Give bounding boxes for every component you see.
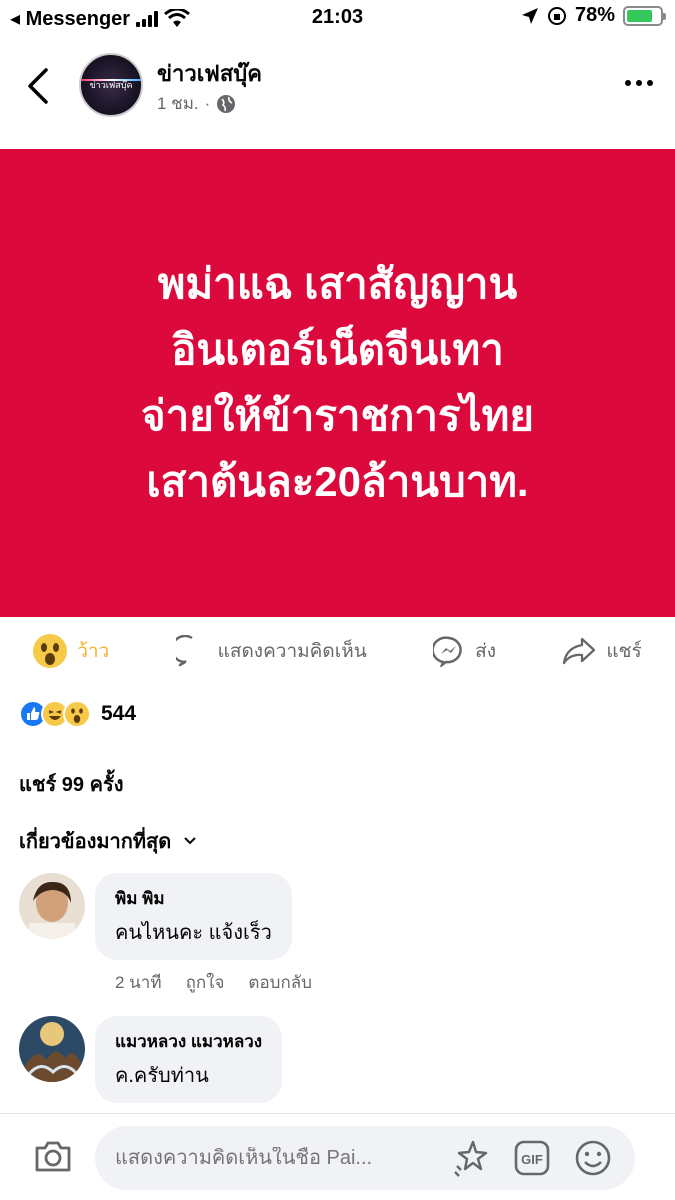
page-avatar-text: ข่าวเฟสบุ๊ค <box>89 80 133 90</box>
comment-composer: GIF <box>0 1113 675 1200</box>
gif-icon[interactable]: GIF <box>513 1139 551 1177</box>
commenter-avatar[interactable] <box>19 873 85 939</box>
svg-text:GIF: GIF <box>521 1152 543 1167</box>
share-arrow-icon <box>563 637 596 665</box>
send-label: ส่ง <box>475 641 496 662</box>
chevron-down-icon <box>184 837 196 845</box>
comment-label: แสดงความคิดเห็น <box>217 641 367 662</box>
share-label: แชร์ <box>606 641 642 662</box>
comment-like-button[interactable]: ถูกใจ <box>186 969 225 996</box>
comment-text: คนไหนคะ แจ้งเร็ว <box>115 922 272 944</box>
send-button[interactable]: ส่ง <box>433 635 496 667</box>
wow-reaction-icon <box>63 700 91 728</box>
share-button[interactable]: แชร์ <box>562 636 642 666</box>
avatar-sticker-icon[interactable] <box>451 1138 491 1178</box>
messenger-icon <box>433 636 462 667</box>
orientation-lock-icon <box>547 6 566 25</box>
more-options-icon[interactable] <box>625 80 653 86</box>
page-name[interactable]: ข่าวเฟสบุ๊ค <box>157 56 262 91</box>
react-button[interactable]: ว้าว <box>33 634 109 668</box>
comment-input-wrapper[interactable]: GIF <box>95 1126 635 1190</box>
back-chevron-icon[interactable] <box>22 66 54 106</box>
reaction-count: 544 <box>101 702 137 725</box>
globe-icon <box>217 94 236 113</box>
status-bar: ◂ Messenger 21:03 78% <box>0 0 675 36</box>
commenter-avatar[interactable] <box>19 1016 85 1082</box>
camera-icon[interactable] <box>33 1138 73 1174</box>
comment-meta: 2 นาที ถูกใจ ตอบกลับ <box>115 969 312 996</box>
post-time: 1 ชม. <box>157 94 199 113</box>
comment-bubble[interactable]: แมวหลวง แมวหลวง ค.ครับท่าน <box>95 1016 283 1103</box>
comment-input[interactable] <box>115 1146 445 1170</box>
post-headline: พม่าแฉ เสาสัญญาน อินเตอร์เน็ตจีนเทา จ่าย… <box>141 260 534 505</box>
comment-time: 2 นาที <box>115 973 162 992</box>
page-avatar[interactable]: ข่าวเฟสบุ๊ค <box>79 53 143 117</box>
post-meta: 1 ชม. · <box>157 90 236 117</box>
comment-item: พิม พิม คนไหนคะ แจ้งเร็ว 2 นาที ถูกใจ ตอ… <box>19 873 659 993</box>
location-arrow-icon <box>521 7 538 24</box>
comment-bubble-icon <box>175 635 193 667</box>
reaction-summary[interactable]: 544 <box>19 700 136 728</box>
wow-emoji-icon <box>33 634 68 668</box>
commenter-name[interactable]: แมวหลวง แมวหลวง <box>115 1028 262 1055</box>
meta-separator: · <box>204 93 211 113</box>
comment-reply-button[interactable]: ตอบกลับ <box>248 969 312 996</box>
sort-label: เกี่ยวข้องมากที่สุด <box>19 831 172 853</box>
comment-bubble[interactable]: พิม พิม คนไหนคะ แจ้งเร็ว <box>95 873 292 960</box>
post-image[interactable]: พม่าแฉ เสาสัญญาน อินเตอร์เน็ตจีนเทา จ่าย… <box>0 149 675 617</box>
comment-item: แมวหลวง แมวหลวง ค.ครับท่าน <box>19 1016 659 1111</box>
comment-text: ค.ครับท่าน <box>115 1065 209 1087</box>
post-header: ข่าวเฟสบุ๊ค ข่าวเฟสบุ๊ค 1 ชม. · <box>0 44 675 124</box>
react-label: ว้าว <box>77 641 110 662</box>
comment-sort-dropdown[interactable]: เกี่ยวข้องมากที่สุด <box>19 825 197 857</box>
post-actions: ว้าว แสดงความคิดเห็น ส่ง แชร์ <box>0 627 675 675</box>
commenter-name[interactable]: พิม พิม <box>115 885 272 912</box>
battery-percent: 78% <box>574 4 615 26</box>
battery-icon <box>623 5 666 26</box>
share-count[interactable]: แชร์ 99 ครั้ง <box>19 768 123 800</box>
emoji-icon[interactable] <box>573 1138 613 1178</box>
comment-button[interactable]: แสดงความคิดเห็น <box>175 635 367 667</box>
